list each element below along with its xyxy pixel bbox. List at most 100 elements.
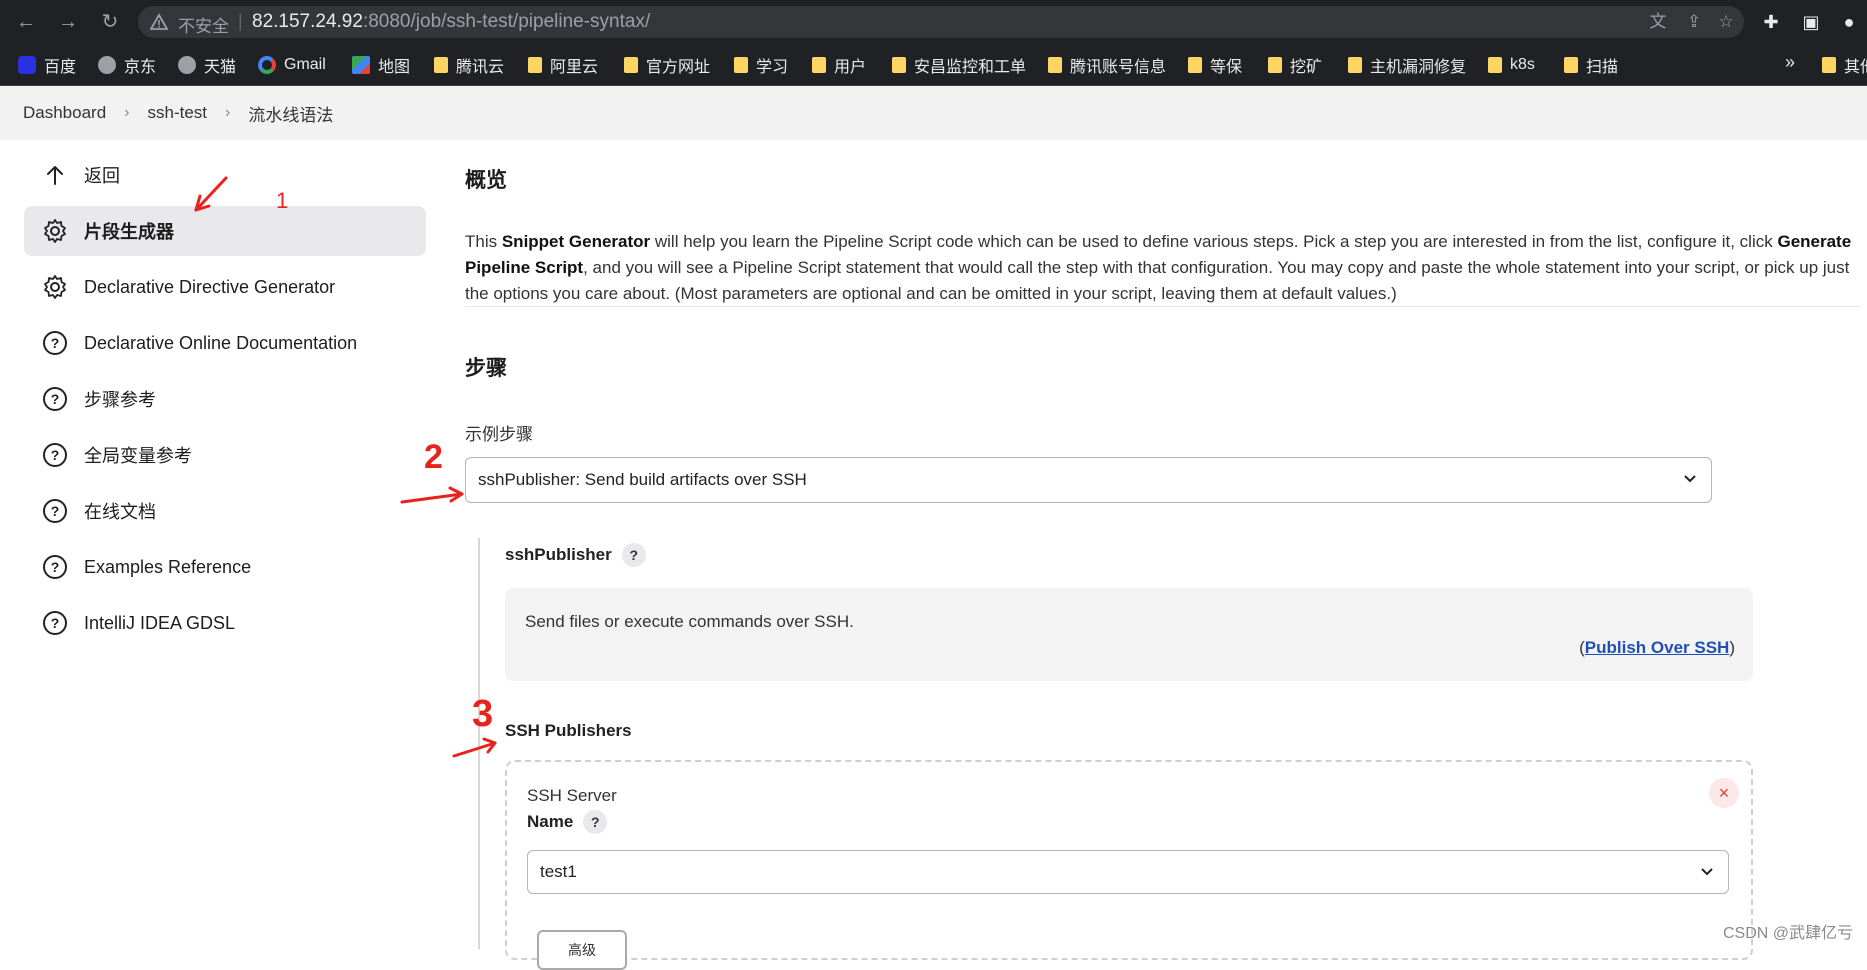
bookmark-vuln-fix[interactable]: 主机漏洞修复 [1348,54,1466,76]
url-text[interactable]: 82.157.24.92:8080/job/ssh-test/pipeline-… [252,11,650,33]
warning-icon [150,13,168,31]
sidebar-item-gdsl[interactable]: ? IntelliJ IDEA GDSL [24,598,426,648]
name-field-label: Name ? [527,810,607,834]
bookmark-dengbao[interactable]: 等保 [1188,54,1242,76]
bookmarks-more-button[interactable]: » [1785,52,1795,73]
help-circle-icon: ? [42,498,68,524]
step-name: sshPublisher [505,545,612,565]
folder-icon [812,57,826,73]
bookmark-other[interactable]: 其他 [1822,54,1867,76]
arrow-up-icon [42,162,68,188]
ssh-server-name-select[interactable]: test1 [527,850,1729,894]
bookmark-mining[interactable]: 挖矿 [1268,54,1322,76]
address-bar[interactable]: 不安全 | 82.157.24.92:8080/job/ssh-test/pip… [138,6,1744,38]
sidebar-item-back[interactable]: 返回 [24,150,426,200]
steps-title: 步骤 [465,352,507,382]
help-text: Send files or execute commands over SSH. [525,612,854,632]
sidebar-item-label: Declarative Online Documentation [84,333,357,354]
step-heading: sshPublisher ? [505,543,646,567]
gear-icon [42,218,68,244]
name-help-button[interactable]: ? [583,810,607,834]
overview-title: 概览 [465,164,507,194]
plugin-link-wrap: (Publish Over SSH) [1579,638,1735,658]
sidebar-item-step-reference[interactable]: ? 步骤参考 [24,374,426,424]
breadcrumb-dashboard[interactable]: Dashboard [23,103,106,123]
bookmark-tencent-accounts[interactable]: 腾讯账号信息 [1048,54,1166,76]
bookmark-scan[interactable]: 扫描 [1564,54,1618,76]
folder-icon [624,57,638,73]
breadcrumb-job[interactable]: ssh-test [148,103,208,123]
folder-icon [1188,57,1202,73]
annotation-arrow-3 [454,739,495,756]
bookmark-tmall[interactable]: 天猫 [178,54,236,76]
sample-step-select[interactable]: sshPublisher: Send build artifacts over … [465,457,1712,503]
folder-icon [1564,57,1578,73]
help-button[interactable]: ? [622,543,646,567]
svg-text:?: ? [51,615,60,631]
svg-text:?: ? [51,335,60,351]
annotation-number-3: 3 [472,693,493,735]
sidebar-item-snippet-generator[interactable]: 片段生成器 [24,206,426,256]
sidebar-item-directive-generator[interactable]: Declarative Directive Generator [24,262,426,312]
advanced-button[interactable]: 高级 [537,930,627,970]
reload-icon[interactable]: ↻ [98,10,122,34]
bookmark-monitoring[interactable]: 安昌监控和工单 [892,54,1026,76]
bookmark-maps[interactable]: 地图 [352,54,410,76]
ssh-server-label: SSH Server [527,786,617,806]
bookmark-aliyun[interactable]: 阿里云 [528,54,598,76]
section-indent-line [478,538,480,949]
star-icon[interactable]: ☆ [1716,12,1736,32]
chevron-right-icon: › [225,104,230,122]
sample-step-label: 示例步骤 [465,420,533,445]
svg-text:?: ? [51,503,60,519]
extensions-icon[interactable]: ✚ [1760,11,1782,33]
annotation-number-2: 2 [424,438,443,476]
publish-over-ssh-link[interactable]: Publish Over SSH [1585,638,1730,657]
bookmark-k8s[interactable]: k8s [1488,54,1535,76]
google-icon [258,56,276,74]
sidebar-item-global-variables[interactable]: ? 全局变量参考 [24,430,426,480]
sidebar-item-label: 步骤参考 [84,386,156,412]
sidebar: 返回 片段生成器 Declarative Directive Generator… [24,150,426,654]
chevron-right-icon: › [124,104,129,122]
ssh-server-name-value: test1 [540,862,577,882]
bookmarks-bar: 百度 京东 天猫 Gmail 地图 腾讯云 阿里云 官方网址 学习 用户 安昌监… [0,44,1867,86]
bookmark-jd[interactable]: 京东 [98,54,156,76]
watermark: CSDN @武肆亿亏 [1723,919,1853,943]
sidebar-item-online-docs[interactable]: ? Declarative Online Documentation [24,318,426,368]
ssh-publisher-entry: SSH Server Name ? × test1 高级 [505,760,1753,960]
help-circle-icon: ? [42,386,68,412]
help-circle-icon: ? [42,330,68,356]
ssh-publishers-title: SSH Publishers [505,721,632,741]
bookmark-official-sites[interactable]: 官方网址 [624,54,710,76]
chevron-down-icon [1700,865,1714,879]
folder-icon [1268,57,1282,73]
profile-icon[interactable]: ● [1838,11,1860,33]
sidebar-item-label: 片段生成器 [84,218,174,244]
insecure-label: 不安全 [178,12,229,37]
bookmark-study[interactable]: 学习 [734,54,788,76]
sidebar-item-docs[interactable]: ? 在线文档 [24,486,426,536]
folder-icon [528,57,542,73]
translate-icon[interactable]: 文 [1648,12,1668,32]
folder-icon [1822,57,1836,73]
bookmark-tencent-cloud[interactable]: 腾讯云 [434,54,504,76]
omnibox-separator: | [238,11,243,32]
divider [465,306,1860,307]
bookmark-baidu[interactable]: 百度 [18,54,76,76]
folder-icon [1048,57,1062,73]
baidu-icon [18,56,36,74]
sidebar-item-examples[interactable]: ? Examples Reference [24,542,426,592]
bookmark-gmail[interactable]: Gmail [258,54,326,76]
breadcrumb-pipeline-syntax[interactable]: 流水线语法 [248,101,333,126]
share-icon[interactable]: ⇪ [1684,12,1704,32]
breadcrumb: Dashboard › ssh-test › 流水线语法 [0,86,1867,140]
back-icon[interactable]: ← [14,10,38,34]
bookmark-users[interactable]: 用户 [812,54,866,76]
forward-icon[interactable]: → [56,10,80,34]
sidebar-item-label: 全局变量参考 [84,442,192,468]
side-panel-icon[interactable]: ▣ [1800,11,1822,33]
close-icon[interactable]: × [1709,778,1739,808]
folder-icon [892,57,906,73]
maps-icon [352,56,370,74]
